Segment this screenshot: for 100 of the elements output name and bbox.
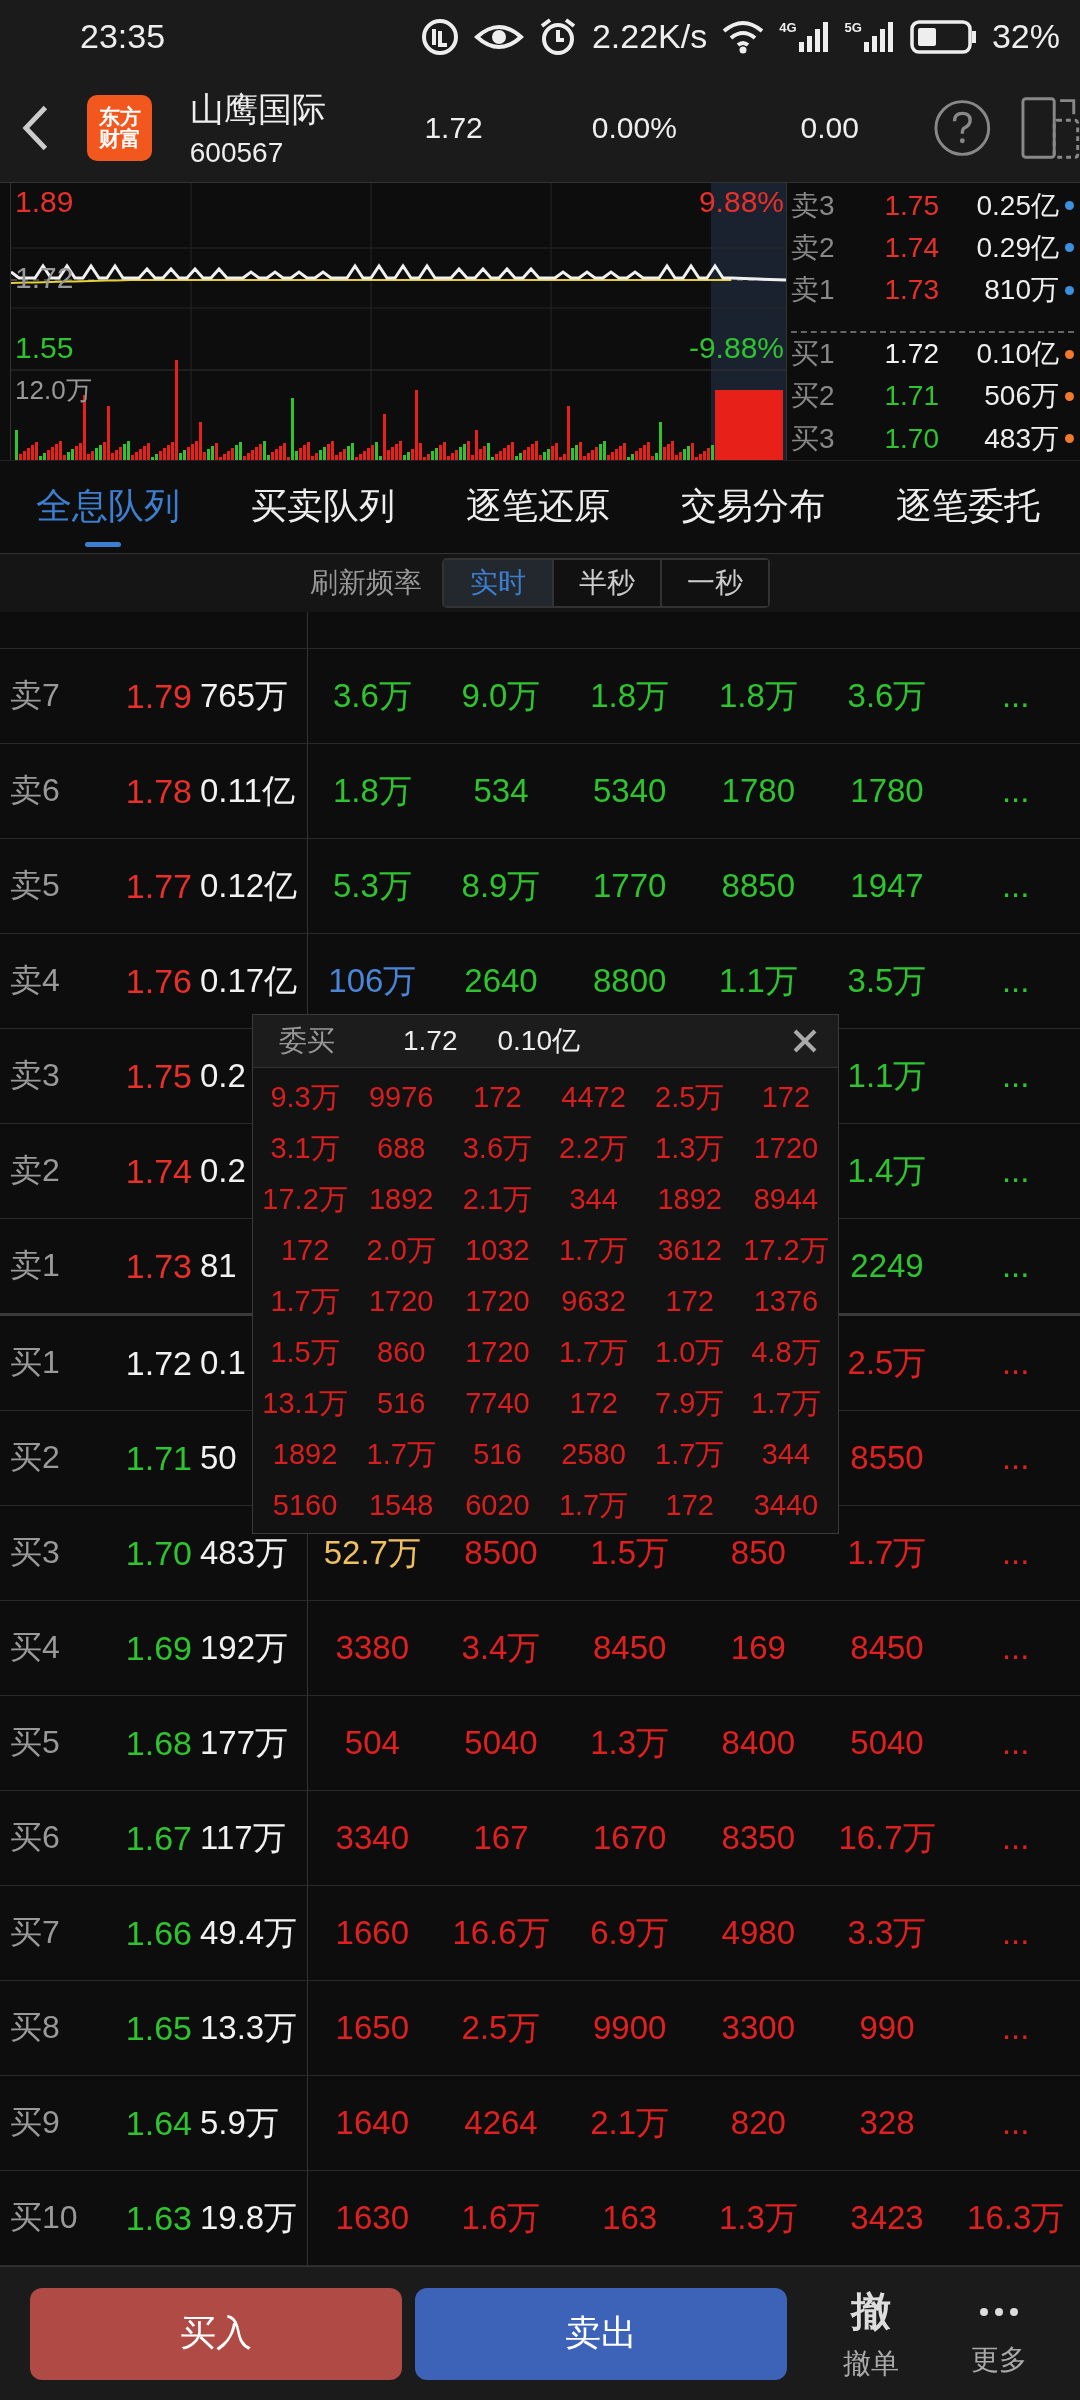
tab[interactable]: 全息队列 bbox=[0, 460, 215, 553]
tab[interactable]: 交易分布 bbox=[645, 460, 860, 553]
more-button[interactable]: 更多 bbox=[935, 2288, 1063, 2379]
order-size: 1.4万 bbox=[846, 1151, 928, 1191]
order-size: 1.8万 bbox=[589, 676, 671, 716]
buy-button[interactable]: 买入 bbox=[30, 2287, 402, 2380]
order-size: 1.7万 bbox=[365, 1437, 437, 1472]
status-dot bbox=[1065, 285, 1074, 295]
level-label: 买4 bbox=[9, 1628, 61, 1668]
order-size: 172 bbox=[664, 1488, 715, 1524]
order-size: 3.6万 bbox=[461, 1131, 534, 1166]
order-size: 3612 bbox=[656, 1233, 723, 1269]
order-size: 8800 bbox=[591, 962, 668, 1001]
level-volume: 483万 bbox=[983, 421, 1060, 456]
popup-price: 1.72 bbox=[403, 1025, 458, 1058]
battery-icon bbox=[909, 19, 978, 54]
order-size: 1.0万 bbox=[654, 1335, 726, 1370]
segment-option[interactable]: 半秒 bbox=[552, 560, 660, 607]
close-icon[interactable] bbox=[792, 1028, 818, 1055]
split-screen-icon[interactable] bbox=[1021, 95, 1080, 160]
order-size: 17.2万 bbox=[261, 1182, 349, 1217]
order-size: 3.4万 bbox=[460, 1628, 542, 1668]
level-label: 卖7 bbox=[9, 676, 61, 716]
order-size: 1.7万 bbox=[557, 1335, 630, 1370]
more-label: 更多 bbox=[971, 2342, 1027, 2377]
order-size: ... bbox=[1000, 1152, 1031, 1191]
segment-option[interactable]: 实时 bbox=[444, 560, 552, 607]
order-size: ... bbox=[1000, 2009, 1031, 2048]
order-size: 1376 bbox=[752, 1284, 820, 1320]
level-volume: 0.17亿 bbox=[200, 961, 298, 1001]
order-size: 6020 bbox=[464, 1488, 531, 1524]
tab[interactable]: 逐笔委托 bbox=[860, 460, 1075, 553]
order-size: 7.9万 bbox=[654, 1386, 726, 1421]
order-size: 1548 bbox=[368, 1488, 435, 1524]
level-volume: 5.9万 bbox=[200, 2103, 279, 2143]
cancel-order-button[interactable]: 撤 撤单 bbox=[807, 2284, 935, 2384]
level-price: 1.75 bbox=[124, 1057, 192, 1096]
level-label: 卖2 bbox=[791, 230, 836, 265]
network-type-label: 5G bbox=[844, 19, 862, 35]
logo-text: 财富 bbox=[98, 127, 141, 150]
order-size: 820 bbox=[729, 2104, 787, 2143]
order-size: 990 bbox=[858, 2009, 916, 2048]
order-size: 1640 bbox=[334, 2104, 411, 2143]
order-size: 5040 bbox=[463, 1724, 539, 1763]
order-size: 1.1万 bbox=[717, 961, 799, 1001]
order-size: ... bbox=[1000, 1057, 1031, 1096]
order-size: 169 bbox=[729, 1629, 787, 1668]
order-size: 3300 bbox=[720, 2009, 797, 2048]
order-size: 8450 bbox=[849, 1629, 925, 1668]
order-size: 5040 bbox=[849, 1724, 925, 1763]
order-size: 172 bbox=[568, 1386, 619, 1422]
level-label: 买3 bbox=[9, 1533, 61, 1573]
order-size: 163 bbox=[601, 2199, 659, 2238]
order-size: 9632 bbox=[560, 1284, 627, 1320]
network-speed: 2.22K/s bbox=[591, 17, 708, 57]
order-size: ... bbox=[1000, 772, 1031, 811]
level-price: 1.78 bbox=[124, 772, 192, 811]
order-size: 167 bbox=[472, 1819, 530, 1858]
order-size: 172 bbox=[760, 1080, 812, 1116]
order-size: 2.5万 bbox=[460, 2008, 542, 2048]
sell-button[interactable]: 卖出 bbox=[415, 2287, 787, 2380]
more-icon bbox=[979, 2306, 1019, 2317]
order-size: 344 bbox=[568, 1182, 619, 1218]
level-price: 1.70 bbox=[124, 1534, 192, 1573]
level-label: 买3 bbox=[791, 421, 836, 456]
order-size: ... bbox=[1000, 1819, 1031, 1858]
order-size: 516 bbox=[376, 1386, 427, 1422]
order-size: 1650 bbox=[334, 2009, 411, 2048]
order-size: 1.3万 bbox=[589, 1723, 671, 1763]
order-size: 1.8万 bbox=[717, 676, 799, 716]
order-size: 3.6万 bbox=[331, 676, 413, 716]
level-price: 1.74 bbox=[883, 231, 939, 264]
order-size: 8500 bbox=[463, 1534, 539, 1573]
order-size: 1720 bbox=[464, 1335, 531, 1371]
stock-name: 山鹰国际 bbox=[189, 88, 327, 130]
level-volume: 0.29亿 bbox=[975, 230, 1060, 265]
order-size: 1720 bbox=[752, 1131, 820, 1167]
tab[interactable]: 逐笔还原 bbox=[430, 460, 645, 553]
level-label: 买2 bbox=[9, 1438, 61, 1478]
level-price: 1.65 bbox=[124, 2009, 192, 2048]
level-price: 1.73 bbox=[124, 1247, 192, 1286]
order-size: 2249 bbox=[849, 1247, 925, 1286]
level-label: 卖1 bbox=[9, 1246, 61, 1286]
level-label: 买5 bbox=[9, 1723, 61, 1763]
order-size: 2.5万 bbox=[846, 1343, 928, 1383]
order-size: 8.9万 bbox=[460, 866, 542, 906]
order-size: 2.1万 bbox=[461, 1182, 534, 1217]
order-size: 1.3万 bbox=[717, 2198, 799, 2238]
help-icon[interactable] bbox=[932, 97, 992, 158]
order-size: 4980 bbox=[720, 1914, 797, 1953]
order-size: 1.3万 bbox=[654, 1131, 726, 1166]
tab[interactable]: 买卖队列 bbox=[215, 460, 430, 553]
order-size: 9.3万 bbox=[269, 1080, 341, 1115]
level-price: 1.68 bbox=[124, 1724, 192, 1763]
segment-option[interactable]: 一秒 bbox=[660, 560, 768, 607]
order-size: 5160 bbox=[271, 1488, 339, 1524]
level-label: 买9 bbox=[9, 2103, 61, 2143]
order-size: ... bbox=[1000, 1534, 1031, 1573]
signal-icon bbox=[861, 19, 896, 54]
order-size: ... bbox=[1000, 1629, 1031, 1668]
